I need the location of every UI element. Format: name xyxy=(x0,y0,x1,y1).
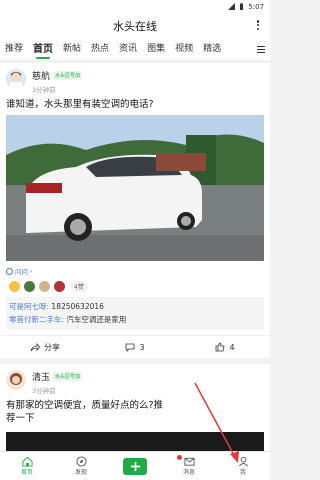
comment-author[interactable]: 可是阿七呀: xyxy=(9,302,49,311)
status-time: 5:07 xyxy=(248,2,264,11)
author-info: 慈航 水头区号加 3分钟前 xyxy=(32,69,83,94)
message-icon xyxy=(183,457,195,466)
user-badge: 水头区号加 xyxy=(53,372,83,381)
share-button[interactable]: 分享 xyxy=(0,342,90,353)
nav-publish[interactable] xyxy=(108,452,162,480)
thumbs-up-icon xyxy=(216,342,225,352)
liker-avatar[interactable] xyxy=(23,280,36,293)
share-icon xyxy=(30,342,40,352)
post-title[interactable]: 谁知道，水头那里有装空调的电话? xyxy=(0,94,270,114)
tabs-menu-icon[interactable] xyxy=(252,39,270,60)
user-badge: 水头区号加 xyxy=(53,71,83,80)
nav-messages-label: 消息 xyxy=(182,469,195,476)
question-icon xyxy=(6,267,13,275)
tab-new-posts[interactable]: 新帖 xyxy=(58,39,86,60)
post-time: 3分钟前 xyxy=(32,387,56,395)
post-card[interactable]: 慈航 水头区号加 3分钟前 谁知道，水头那里有装空调的电话? 问问 › 4赞 可… xyxy=(0,63,270,358)
author-info: 清玉 水头区号加 3分钟前 xyxy=(32,370,83,395)
like-count: 4 xyxy=(229,342,235,352)
comment-line: 可是阿七呀: 18250632016 xyxy=(9,300,261,313)
author-name[interactable]: 慈航 xyxy=(32,69,50,82)
post-card[interactable]: 清玉 水头区号加 3分钟前 有那家的空调便宜，质量好点的么?推荐一下 xyxy=(0,364,270,462)
compass-icon xyxy=(75,456,87,467)
question-tag-label: 问问 xyxy=(15,268,28,276)
like-button[interactable]: 4 xyxy=(180,342,270,352)
question-tag[interactable]: 问问 › xyxy=(0,262,270,276)
nav-discover[interactable]: 发现 xyxy=(54,452,108,480)
home-icon xyxy=(21,456,33,467)
tab-gallery[interactable]: 图集 xyxy=(142,39,170,60)
status-bar: 5:07 xyxy=(0,0,270,13)
comment-count: 3 xyxy=(139,342,145,352)
tab-video[interactable]: 视频 xyxy=(170,39,198,60)
signal-icon xyxy=(228,3,236,10)
nav-messages[interactable]: 消息 xyxy=(162,452,216,480)
comment-author[interactable]: 零首付新二手车: xyxy=(9,315,64,324)
post-time: 3分钟前 xyxy=(32,86,56,94)
avatar[interactable] xyxy=(6,69,26,89)
avatar[interactable] xyxy=(6,370,26,390)
liker-avatar[interactable] xyxy=(8,280,21,293)
battery-icon xyxy=(240,3,244,10)
unread-dot xyxy=(177,455,182,460)
post-header: 慈航 水头区号加 3分钟前 xyxy=(0,63,270,94)
user-icon xyxy=(238,456,248,467)
author-name[interactable]: 清玉 xyxy=(32,370,50,383)
comment-line: 零首付新二手车: 汽车空调还是家用 xyxy=(9,313,261,326)
liker-avatar[interactable] xyxy=(38,280,51,293)
tab-news[interactable]: 资讯 xyxy=(114,39,142,60)
app-bar: 水头在线 xyxy=(0,13,270,39)
share-label: 分享 xyxy=(44,342,60,352)
publish-button[interactable] xyxy=(123,457,147,475)
post-image[interactable] xyxy=(6,115,264,261)
liker-list: 4赞 xyxy=(0,276,270,297)
tab-hot[interactable]: 热点 xyxy=(86,39,114,60)
tab-featured[interactable]: 精选 xyxy=(198,39,226,60)
more-menu-icon[interactable] xyxy=(252,18,264,32)
like-count-badge[interactable]: 4赞 xyxy=(70,281,88,292)
comment-button[interactable]: 3 xyxy=(90,342,180,352)
post-actions: 分享 3 4 xyxy=(0,335,270,358)
nav-me-label: 我 xyxy=(239,469,246,476)
post-header: 清玉 水头区号加 3分钟前 xyxy=(0,364,270,395)
comment-icon xyxy=(126,343,135,352)
nav-home-label: 首页 xyxy=(20,469,33,476)
nav-discover-label: 发现 xyxy=(74,469,87,476)
channel-tabs: 推荐 首页 新帖 热点 资讯 图集 视频 精选 xyxy=(0,39,270,61)
liker-avatar[interactable] xyxy=(53,280,66,293)
plus-icon xyxy=(130,461,140,471)
comment-preview[interactable]: 可是阿七呀: 18250632016 零首付新二手车: 汽车空调还是家用 xyxy=(6,297,264,329)
nav-home[interactable]: 首页 xyxy=(0,452,54,480)
tab-home[interactable]: 首页 xyxy=(28,39,58,60)
tab-recommend[interactable]: 推荐 xyxy=(0,39,28,60)
comment-text: 18250632016 xyxy=(51,302,104,311)
app-title: 水头在线 xyxy=(113,20,157,33)
bottom-nav: 首页 发现 消息 我 xyxy=(0,451,270,480)
nav-me[interactable]: 我 xyxy=(216,452,270,480)
post-title[interactable]: 有那家的空调便宜，质量好点的么?推荐一下 xyxy=(0,395,177,428)
comment-text: 汽车空调还是家用 xyxy=(66,315,127,324)
chevron-right-icon: › xyxy=(30,267,33,275)
